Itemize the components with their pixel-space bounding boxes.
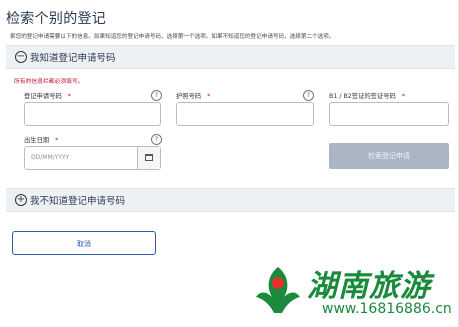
cancel-button[interactable]: 取消 [12, 231, 156, 255]
calendar-icon [145, 154, 153, 161]
watermark-url: www.16816886.cn [322, 301, 452, 317]
calendar-button[interactable] [137, 147, 160, 169]
passport-number-label: 护照号码 * [176, 91, 210, 100]
watermark-logo-icon [256, 267, 300, 313]
minus-circle-icon[interactable]: − [15, 51, 27, 63]
birth-date-label-text: 出生日期 [24, 137, 50, 144]
visa-number-label-text: B1 / B2签证的签证号码 [329, 93, 396, 100]
section-known-label[interactable]: 我知道登记申请号码 [30, 50, 116, 64]
visa-number-input[interactable] [329, 102, 449, 126]
plus-circle-icon[interactable]: + [15, 194, 27, 206]
page-frame: 检索个别的登记 索您的登记申请需要以下的信息。如果知道您的登记申请号码，选择第一… [0, 0, 459, 327]
visa-number-label: B1 / B2签证的签证号码 * [329, 91, 405, 100]
section-known-header[interactable]: − 我知道登记申请号码 [6, 45, 455, 69]
required-star: * [55, 137, 59, 144]
passport-number-label-text: 护照号码 [176, 93, 202, 100]
section-unknown-header[interactable]: + 我不知道登记申请号码 [6, 188, 455, 212]
application-number-input[interactable] [24, 102, 161, 126]
application-number-label-text: 登记申请号码 [24, 93, 62, 100]
watermark: 湖南旅游 www.16816886.cn [252, 259, 452, 321]
help-icon[interactable]: ? [151, 90, 162, 101]
section-unknown-label[interactable]: 我不知道登记申请号码 [30, 193, 125, 207]
watermark-text: 湖南旅游 [307, 269, 431, 304]
required-star: * [207, 93, 211, 100]
required-star: * [401, 93, 406, 100]
help-icon[interactable]: ? [151, 134, 162, 145]
birth-date-label: 出生日期 * [24, 135, 58, 144]
passport-number-input[interactable] [176, 102, 314, 126]
search-application-button[interactable]: 检索登记申请 [329, 143, 449, 169]
birth-date-placeholder: DD/MM/YYYY [31, 154, 70, 161]
application-number-label: 登记申请号码 * [24, 91, 71, 100]
help-icon[interactable]: ? [303, 90, 314, 101]
required-fields-note: 所有的信息栏都必须填写。 [14, 79, 84, 85]
required-star: * [67, 93, 71, 100]
page-instructions: 索您的登记申请需要以下的信息。如果知道您的登记申请号码，选择第一个选项。如果不知… [10, 34, 335, 40]
birth-date-input[interactable]: DD/MM/YYYY [24, 146, 161, 170]
page-title: 检索个别的登记 [6, 11, 107, 27]
